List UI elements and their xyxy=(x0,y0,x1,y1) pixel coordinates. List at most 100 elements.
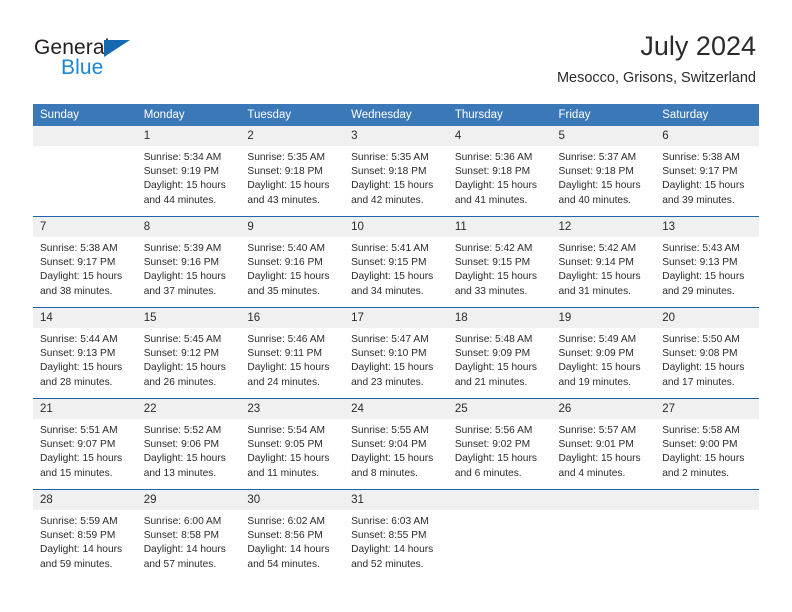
day-details: Sunrise: 5:43 AM Sunset: 9:13 PM Dayligh… xyxy=(662,243,745,297)
day-cell[interactable]: 18 Sunrise: 5:48 AM Sunset: 9:09 PM Dayli… xyxy=(447,307,552,399)
day-number: 13 xyxy=(655,217,759,237)
day-cell[interactable]: 21 Sunrise: 5:51 AM Sunset: 9:07 PM Dayli… xyxy=(33,398,137,490)
day-cell[interactable]: 5 Sunrise: 5:37 AM Sunset: 9:18 PM Daylig… xyxy=(551,126,656,217)
day-details: Sunrise: 5:48 AM Sunset: 9:09 PM Dayligh… xyxy=(454,334,537,388)
day-details: Sunrise: 5:58 AM Sunset: 9:00 PM Dayligh… xyxy=(662,425,745,479)
week-row: 14 Sunrise: 5:44 AM Sunset: 9:13 PM Dayli… xyxy=(33,307,759,399)
day-cell[interactable]: 20 Sunrise: 5:50 AM Sunset: 9:08 PM Dayli… xyxy=(655,307,759,399)
day-number: 21 xyxy=(33,399,137,419)
day-cell[interactable]: 27 Sunrise: 5:58 AM Sunset: 9:00 PM Dayli… xyxy=(655,398,759,490)
day-number: 19 xyxy=(551,308,656,328)
day-number: 25 xyxy=(447,399,552,419)
day-details xyxy=(33,146,137,151)
day-number: 11 xyxy=(447,217,552,237)
day-details: Sunrise: 5:45 AM Sunset: 9:12 PM Dayligh… xyxy=(143,334,226,388)
day-cell[interactable]: 31 Sunrise: 6:03 AM Sunset: 8:55 PM Dayli… xyxy=(344,489,448,580)
day-details: Sunrise: 5:35 AM Sunset: 9:18 PM Dayligh… xyxy=(351,152,434,206)
day-number: 16 xyxy=(240,308,345,328)
day-cell[interactable] xyxy=(551,489,656,580)
weekday-header-wednesday: Wednesday xyxy=(344,104,448,126)
day-cell[interactable]: 12 Sunrise: 5:42 AM Sunset: 9:14 PM Dayli… xyxy=(551,216,656,308)
day-details: Sunrise: 5:56 AM Sunset: 9:02 PM Dayligh… xyxy=(454,425,537,479)
day-cell[interactable]: 25 Sunrise: 5:56 AM Sunset: 9:02 PM Dayli… xyxy=(447,398,552,490)
day-number: 1 xyxy=(136,126,241,146)
day-details: Sunrise: 5:57 AM Sunset: 9:01 PM Dayligh… xyxy=(558,425,641,479)
day-number: 18 xyxy=(447,308,552,328)
weekday-header-saturday: Saturday xyxy=(655,104,759,126)
calendar-body: 1 Sunrise: 5:34 AM Sunset: 9:19 PM Daylig… xyxy=(33,126,759,580)
day-number: 6 xyxy=(655,126,759,146)
day-cell[interactable]: 24 Sunrise: 5:55 AM Sunset: 9:04 PM Dayli… xyxy=(344,398,448,490)
day-number: 26 xyxy=(551,399,656,419)
day-cell[interactable]: 22 Sunrise: 5:52 AM Sunset: 9:06 PM Dayli… xyxy=(136,398,241,490)
day-cell[interactable]: 9 Sunrise: 5:40 AM Sunset: 9:16 PM Daylig… xyxy=(240,216,345,308)
day-number: 20 xyxy=(655,308,759,328)
day-cell[interactable]: 13 Sunrise: 5:43 AM Sunset: 9:13 PM Dayli… xyxy=(655,216,759,308)
day-details xyxy=(552,510,656,515)
day-cell[interactable]: 19 Sunrise: 5:49 AM Sunset: 9:09 PM Dayli… xyxy=(551,307,656,399)
weekday-header-tuesday: Tuesday xyxy=(240,104,345,126)
day-cell[interactable]: 28 Sunrise: 5:59 AM Sunset: 8:59 PM Dayli… xyxy=(33,489,137,580)
day-number xyxy=(447,490,552,510)
title-block: July 2024 Mesocco, Grisons, Switzerland xyxy=(557,30,756,87)
day-cell[interactable]: 3 Sunrise: 5:35 AM Sunset: 9:18 PM Daylig… xyxy=(344,126,448,217)
day-details: Sunrise: 5:52 AM Sunset: 9:06 PM Dayligh… xyxy=(143,425,226,479)
day-details: Sunrise: 5:59 AM Sunset: 8:59 PM Dayligh… xyxy=(40,516,123,570)
weekday-header-sunday: Sunday xyxy=(33,104,137,126)
day-details: Sunrise: 5:51 AM Sunset: 9:07 PM Dayligh… xyxy=(40,425,123,479)
day-cell[interactable]: 10 Sunrise: 5:41 AM Sunset: 9:15 PM Dayli… xyxy=(344,216,448,308)
day-cell[interactable] xyxy=(447,489,552,580)
day-cell[interactable]: 1 Sunrise: 5:34 AM Sunset: 9:19 PM Daylig… xyxy=(136,126,241,217)
day-cell[interactable]: 15 Sunrise: 5:45 AM Sunset: 9:12 PM Dayli… xyxy=(136,307,241,399)
day-number: 9 xyxy=(240,217,345,237)
day-cell[interactable]: 29 Sunrise: 6:00 AM Sunset: 8:58 PM Dayli… xyxy=(136,489,241,580)
day-details: Sunrise: 5:44 AM Sunset: 9:13 PM Dayligh… xyxy=(40,334,123,388)
day-number: 22 xyxy=(136,399,241,419)
day-cell[interactable]: 23 Sunrise: 5:54 AM Sunset: 9:05 PM Dayli… xyxy=(240,398,345,490)
day-number: 31 xyxy=(344,490,448,510)
day-cell[interactable]: 11 Sunrise: 5:42 AM Sunset: 9:15 PM Dayli… xyxy=(447,216,552,308)
day-details: Sunrise: 5:37 AM Sunset: 9:18 PM Dayligh… xyxy=(558,152,641,206)
weekday-header-row: Sunday Monday Tuesday Wednesday Thursday… xyxy=(33,104,759,126)
day-cell[interactable]: 4 Sunrise: 5:36 AM Sunset: 9:18 PM Daylig… xyxy=(447,126,552,217)
day-details: Sunrise: 5:42 AM Sunset: 9:15 PM Dayligh… xyxy=(454,243,537,297)
day-details xyxy=(655,510,759,515)
day-cell[interactable]: 17 Sunrise: 5:47 AM Sunset: 9:10 PM Dayli… xyxy=(344,307,448,399)
day-details: Sunrise: 6:00 AM Sunset: 8:58 PM Dayligh… xyxy=(143,516,226,570)
day-number: 27 xyxy=(655,399,759,419)
day-details: Sunrise: 5:35 AM Sunset: 9:18 PM Dayligh… xyxy=(247,152,330,206)
day-details xyxy=(448,510,552,515)
day-details: Sunrise: 5:55 AM Sunset: 9:04 PM Dayligh… xyxy=(351,425,434,479)
week-row: 7 Sunrise: 5:38 AM Sunset: 9:17 PM Daylig… xyxy=(33,216,759,308)
day-number xyxy=(551,490,656,510)
day-number: 17 xyxy=(344,308,448,328)
day-details: Sunrise: 5:49 AM Sunset: 9:09 PM Dayligh… xyxy=(558,334,641,388)
day-details: Sunrise: 5:38 AM Sunset: 9:17 PM Dayligh… xyxy=(40,243,123,297)
week-row: 28 Sunrise: 5:59 AM Sunset: 8:59 PM Dayli… xyxy=(33,489,759,580)
day-cell[interactable]: 26 Sunrise: 5:57 AM Sunset: 9:01 PM Dayli… xyxy=(551,398,656,490)
day-cell[interactable] xyxy=(655,489,759,580)
day-cell[interactable]: 14 Sunrise: 5:44 AM Sunset: 9:13 PM Dayli… xyxy=(33,307,137,399)
day-details: Sunrise: 5:50 AM Sunset: 9:08 PM Dayligh… xyxy=(662,334,745,388)
day-cell[interactable]: 6 Sunrise: 5:38 AM Sunset: 9:17 PM Daylig… xyxy=(655,126,759,217)
day-details: Sunrise: 6:03 AM Sunset: 8:55 PM Dayligh… xyxy=(351,516,434,570)
day-number: 23 xyxy=(240,399,345,419)
weekday-header-thursday: Thursday xyxy=(447,104,552,126)
day-cell[interactable]: 16 Sunrise: 5:46 AM Sunset: 9:11 PM Dayli… xyxy=(240,307,345,399)
day-details: Sunrise: 5:54 AM Sunset: 9:05 PM Dayligh… xyxy=(247,425,330,479)
day-details: Sunrise: 5:38 AM Sunset: 9:17 PM Dayligh… xyxy=(662,152,745,206)
day-details: Sunrise: 5:41 AM Sunset: 9:15 PM Dayligh… xyxy=(351,243,434,297)
day-number: 4 xyxy=(447,126,552,146)
page-header: General Blue July 2024 Mesocco, Grisons,… xyxy=(0,0,792,100)
weekday-header-friday: Friday xyxy=(551,104,656,126)
day-cell[interactable]: 8 Sunrise: 5:39 AM Sunset: 9:16 PM Daylig… xyxy=(136,216,241,308)
page-title: July 2024 xyxy=(640,31,756,61)
day-cell[interactable]: 30 Sunrise: 6:02 AM Sunset: 8:56 PM Dayli… xyxy=(240,489,345,580)
day-cell[interactable]: 2 Sunrise: 5:35 AM Sunset: 9:18 PM Daylig… xyxy=(240,126,345,217)
day-cell[interactable]: 7 Sunrise: 5:38 AM Sunset: 9:17 PM Daylig… xyxy=(33,216,137,308)
day-cell[interactable] xyxy=(33,126,137,217)
calendar-grid: Sunday Monday Tuesday Wednesday Thursday… xyxy=(33,104,759,580)
week-row: 1 Sunrise: 5:34 AM Sunset: 9:19 PM Daylig… xyxy=(33,126,759,217)
day-details: Sunrise: 5:47 AM Sunset: 9:10 PM Dayligh… xyxy=(351,334,434,388)
day-details: Sunrise: 5:40 AM Sunset: 9:16 PM Dayligh… xyxy=(247,243,330,297)
